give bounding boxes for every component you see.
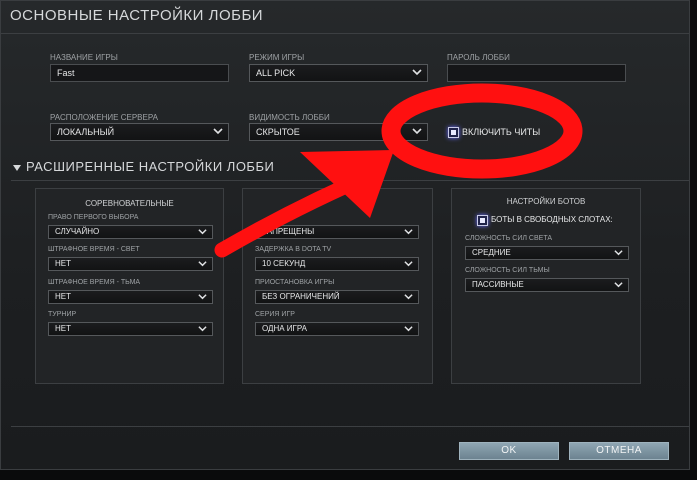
- dark-difficulty-value: ПАССИВНЫЕ: [472, 280, 524, 289]
- bots-fill-slots-label: БОТЫ В СВОБОДНЫХ СЛОТАХ:: [491, 215, 613, 224]
- bot-panel-title: НАСТРОЙКИ БОТОВ: [506, 197, 586, 206]
- server-location-value: ЛОКАЛЬНЫЙ: [57, 127, 115, 137]
- chevron-down-icon: [198, 294, 207, 300]
- server-location-label: РАСПОЛОЖЕНИЕ СЕРВЕРА: [50, 113, 158, 122]
- ok-button[interactable]: OK: [459, 442, 559, 460]
- chevron-down-icon: [412, 128, 422, 135]
- chevron-down-icon: [198, 229, 207, 235]
- lobby-settings-window: ОСНОВНЫЕ НАСТРОЙКИ ЛОББИ НАЗВАНИЕ ИГРЫ F…: [0, 0, 690, 470]
- server-location-dropdown[interactable]: ЛОКАЛЬНЫЙ: [50, 123, 229, 141]
- chevron-down-icon: [404, 261, 413, 267]
- light-difficulty-label: СЛОЖНОСТЬ СИЛ СВЕТА: [465, 235, 553, 242]
- tournament-value: НЕТ: [55, 324, 71, 333]
- series-dropdown[interactable]: ОДНА ИГРА: [255, 322, 419, 336]
- competitive-panel: СОРЕВНОВАТЕЛЬНЫЕ ПРАВО ПЕРВОГО ВЫБОРА СЛ…: [35, 188, 224, 384]
- penalty-dark-dropdown[interactable]: НЕТ: [48, 290, 213, 304]
- penalty-dark-value: НЕТ: [55, 292, 71, 301]
- light-difficulty-value: СРЕДНИЕ: [472, 248, 511, 257]
- lobby-visibility-value: СКРЫТОЕ: [256, 127, 300, 137]
- spectators-value: ЗАПРЕЩЕНЫ: [262, 227, 315, 236]
- other-settings-panel: ЗАПРЕЩЕНЫ ЗАДЕРЖКА В DOTA TV 10 СЕКУНД П…: [242, 188, 433, 384]
- tournament-dropdown[interactable]: НЕТ: [48, 322, 213, 336]
- penalty-dark-label: ШТРАФНОЕ ВРЕМЯ - ТЬМА: [48, 279, 141, 286]
- cancel-button[interactable]: ОТМЕНА: [569, 442, 669, 460]
- lobby-password-input[interactable]: [447, 64, 626, 82]
- window-title: ОСНОВНЫЕ НАСТРОЙКИ ЛОББИ: [10, 7, 264, 24]
- competitive-panel-title: СОРЕВНОВАТЕЛЬНЫЕ: [85, 199, 174, 208]
- title-divider: [1, 33, 689, 34]
- game-mode-value: ALL PICK: [256, 68, 296, 78]
- bot-settings-panel: НАСТРОЙКИ БОТОВ БОТЫ В СВОБОДНЫХ СЛОТАХ:…: [451, 188, 641, 384]
- bots-fill-slots-checkbox[interactable]: [477, 215, 488, 226]
- first-pick-label: ПРАВО ПЕРВОГО ВЫБОРА: [48, 214, 139, 221]
- section-divider: [11, 180, 689, 181]
- pause-value: БЕЗ ОГРАНИЧЕНИЙ: [262, 292, 340, 301]
- light-difficulty-dropdown[interactable]: СРЕДНИЕ: [465, 246, 629, 260]
- tournament-label: ТУРНИР: [48, 311, 77, 318]
- enable-cheats-label: ВКЛЮЧИТЬ ЧИТЫ: [462, 127, 541, 137]
- chevron-down-icon: [198, 326, 207, 332]
- advanced-section-toggle[interactable]: РАСШИРЕННЫЕ НАСТРОЙКИ ЛОББИ: [13, 159, 274, 174]
- triangle-down-icon: [13, 164, 21, 171]
- bottom-strip: [0, 470, 697, 480]
- game-name-input[interactable]: Fast: [50, 64, 229, 82]
- penalty-light-label: ШТРАФНОЕ ВРЕМЯ - СВЕТ: [48, 246, 140, 253]
- tv-delay-dropdown[interactable]: 10 СЕКУНД: [255, 257, 419, 271]
- game-mode-label: РЕЖИМ ИГРЫ: [249, 53, 305, 62]
- tv-delay-value: 10 СЕКУНД: [262, 259, 306, 268]
- series-value: ОДНА ИГРА: [262, 324, 308, 333]
- series-label: СЕРИЯ ИГР: [255, 311, 295, 318]
- chevron-down-icon: [412, 69, 422, 76]
- chevron-down-icon: [404, 326, 413, 332]
- first-pick-value: СЛУЧАЙНО: [55, 227, 100, 236]
- chevron-down-icon: [614, 282, 623, 288]
- chevron-down-icon: [213, 128, 223, 135]
- chevron-down-icon: [404, 294, 413, 300]
- lobby-password-label: ПАРОЛЬ ЛОББИ: [447, 53, 510, 62]
- chevron-down-icon: [198, 261, 207, 267]
- lobby-visibility-label: ВИДИМОСТЬ ЛОББИ: [249, 113, 330, 122]
- chevron-down-icon: [404, 229, 413, 235]
- penalty-light-value: НЕТ: [55, 259, 71, 268]
- lobby-visibility-dropdown[interactable]: СКРЫТОЕ: [249, 123, 428, 141]
- footer-divider: [11, 426, 689, 427]
- dark-difficulty-dropdown[interactable]: ПАССИВНЫЕ: [465, 278, 629, 292]
- game-mode-dropdown[interactable]: ALL PICK: [249, 64, 428, 82]
- pause-dropdown[interactable]: БЕЗ ОГРАНИЧЕНИЙ: [255, 290, 419, 304]
- tv-delay-label: ЗАДЕРЖКА В DOTA TV: [255, 246, 332, 253]
- first-pick-dropdown[interactable]: СЛУЧАЙНО: [48, 225, 213, 239]
- penalty-light-dropdown[interactable]: НЕТ: [48, 257, 213, 271]
- chevron-down-icon: [614, 250, 623, 256]
- enable-cheats-checkbox[interactable]: [448, 127, 459, 138]
- pause-label: ПРИОСТАНОВКА ИГРЫ: [255, 279, 335, 286]
- advanced-section-title: РАСШИРЕННЫЕ НАСТРОЙКИ ЛОББИ: [26, 159, 275, 174]
- dark-difficulty-label: СЛОЖНОСТЬ СИЛ ТЬМЫ: [465, 267, 550, 274]
- game-name-label: НАЗВАНИЕ ИГРЫ: [50, 53, 118, 62]
- spectators-dropdown[interactable]: ЗАПРЕЩЕНЫ: [255, 225, 419, 239]
